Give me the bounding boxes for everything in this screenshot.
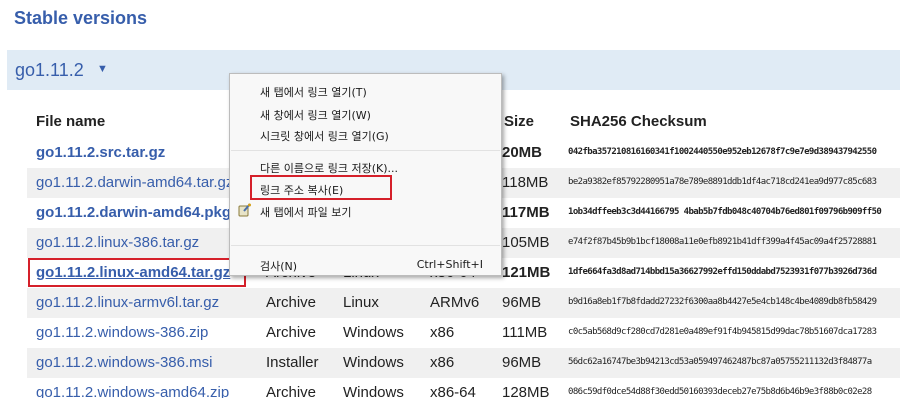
checksum: e74f2f87b45b9b1bcf18008a11e0efb8921b41df…: [568, 237, 877, 247]
menu-item-open-new-tab[interactable]: 새 탭에서 링크 열기(T): [260, 84, 367, 100]
menu-item-inspect[interactable]: 검사(N): [260, 258, 297, 274]
download-link[interactable]: go1.11.2.windows-386.zip: [36, 324, 208, 341]
file-arch: x86: [430, 354, 455, 371]
inspect-shortcut: Ctrl+Shift+I: [416, 258, 483, 271]
download-link[interactable]: go1.11.2.darwin-amd64.pkg: [36, 204, 231, 221]
checksum: 042fba357210816160341f1002440550e952eb12…: [568, 147, 877, 157]
file-size: 117MB: [502, 204, 550, 221]
header-sha256: SHA256 Checksum: [570, 113, 707, 130]
file-size: 121MB: [502, 264, 551, 281]
file-kind: Archive: [266, 324, 317, 341]
download-link[interactable]: go1.11.2.windows-386.msi: [36, 354, 212, 371]
menu-item-copy-link-address[interactable]: 링크 주소 복사(E): [260, 182, 343, 198]
file-size: 128MB: [502, 384, 550, 398]
download-link[interactable]: go1.11.2.linux-amd64.tar.gz: [36, 264, 230, 281]
checksum: be2a9382ef85792280951a78e789e8891ddb1df4…: [568, 177, 877, 187]
download-link[interactable]: go1.11.2.linux-armv6l.tar.gz: [36, 294, 219, 311]
table-row: go1.11.2.windows-386.zip Archive Windows…: [27, 318, 900, 348]
file-arch: x86: [430, 324, 455, 341]
menu-separator: [231, 150, 500, 151]
file-arch: x86-64: [430, 384, 476, 398]
checksum: 1ob34dffeeb3c3d44166795 4bab5b7fdb048c40…: [568, 207, 882, 217]
menu-item-open-new-window[interactable]: 새 창에서 링크 열기(W): [260, 107, 371, 123]
checksum: b9d16a8eb1f7b8fdadd27232f6300aa8b4427e5e…: [568, 297, 877, 307]
file-size: 96MB: [502, 294, 542, 311]
file-arch: ARMv6: [430, 294, 480, 311]
menu-item-open-incognito[interactable]: 시크릿 창에서 링크 열기(G): [260, 128, 389, 144]
menu-separator: [231, 245, 500, 246]
version-label: go1.11.2: [15, 60, 84, 80]
file-os: Windows: [343, 324, 404, 341]
menu-item-save-link-as[interactable]: 다른 이름으로 링크 저장(K)...: [260, 160, 398, 176]
header-file-name: File name: [36, 113, 106, 130]
file-os: Windows: [343, 354, 404, 371]
file-size: 111MB: [502, 324, 548, 341]
file-size: 96MB: [502, 354, 542, 371]
checksum: c0c5ab568d9cf280cd7d281e0a489ef91f4b9458…: [568, 327, 877, 337]
extension-icon: [238, 203, 252, 217]
file-os: Windows: [343, 384, 404, 398]
file-size: 20MB: [502, 144, 543, 161]
file-size: 118MB: [502, 174, 549, 191]
file-size: 105MB: [502, 234, 550, 251]
file-kind: Archive: [266, 384, 317, 398]
caret-down-icon: ▼: [97, 63, 108, 75]
header-size: Size: [504, 113, 535, 130]
download-link[interactable]: go1.11.2.src.tar.gz: [36, 144, 165, 161]
file-kind: Installer: [266, 354, 319, 371]
download-link[interactable]: go1.11.2.windows-amd64.zip: [36, 384, 229, 398]
download-link[interactable]: go1.11.2.linux-386.tar.gz: [36, 234, 199, 251]
section-heading: Stable versions: [14, 8, 148, 28]
file-kind: Archive: [266, 294, 317, 311]
download-link[interactable]: go1.11.2.darwin-amd64.tar.gz: [36, 174, 233, 191]
table-row: go1.11.2.linux-armv6l.tar.gz Archive Lin…: [27, 288, 900, 318]
table-row: go1.11.2.windows-386.msi Installer Windo…: [27, 348, 900, 378]
context-menu: 새 탭에서 링크 열기(T) 새 창에서 링크 열기(W) 시크릿 창에서 링크…: [229, 73, 502, 276]
checksum: 56dc62a16747be3b94213cd53a059497462487bc…: [568, 357, 872, 367]
file-os: Linux: [343, 294, 379, 311]
checksum: 1dfe664fa3d8ad714bbd15a36627992effd150dd…: [568, 267, 877, 277]
menu-item-view-file-new-tab[interactable]: 새 탭에서 파일 보기: [260, 204, 351, 220]
checksum: 086c59df0dce54d88f30edd50160393deceb27e7…: [568, 387, 872, 397]
table-row: go1.11.2.windows-amd64.zip Archive Windo…: [27, 378, 900, 398]
